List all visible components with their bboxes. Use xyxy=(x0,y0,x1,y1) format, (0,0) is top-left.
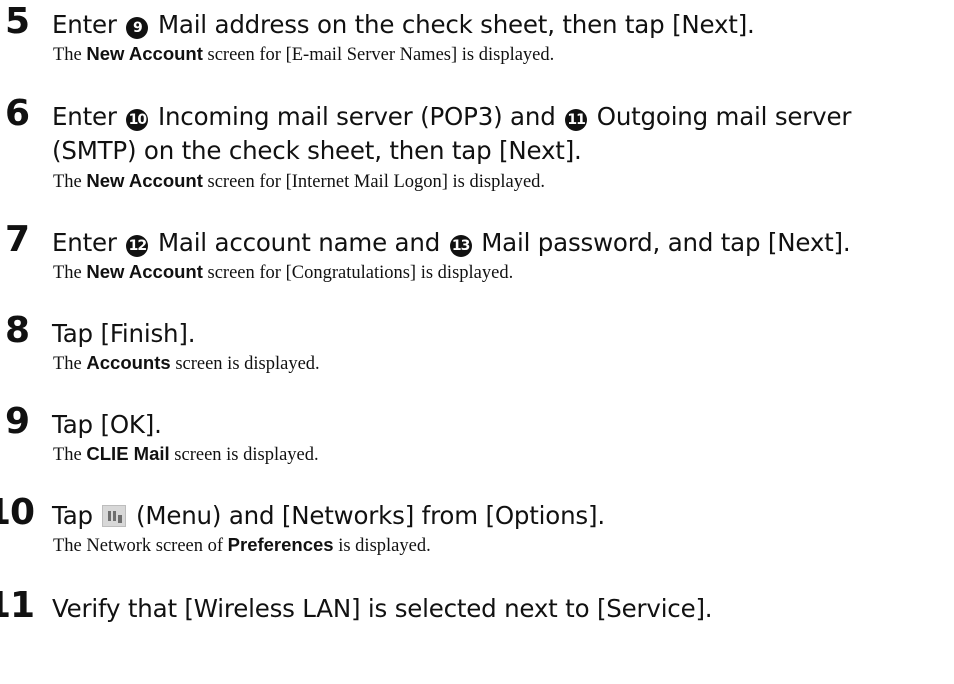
screen-name: Preferences xyxy=(227,534,334,555)
screen-name: New Account xyxy=(86,43,203,64)
step-instruction: Tap [Finish]. xyxy=(52,319,196,348)
step-number: 7 xyxy=(5,219,30,260)
step-number: 9 xyxy=(5,401,30,442)
callout-9-icon: 9 xyxy=(126,17,149,39)
callout-12-icon: 12 xyxy=(126,235,149,257)
step-instruction: Tap (Menu) and [Networks] from [Options]… xyxy=(52,501,605,530)
callout-11-icon: 11 xyxy=(565,109,588,131)
step-result: The New Account screen for [Internet Mai… xyxy=(53,170,546,192)
screen-name: Accounts xyxy=(86,352,171,373)
callout-10-icon: 10 xyxy=(126,109,149,131)
step-number: 6 xyxy=(5,93,30,134)
step-number: 5 xyxy=(5,1,30,42)
menu-icon xyxy=(102,505,127,527)
step-result: The New Account screen for [Congratulati… xyxy=(53,261,514,283)
step-result: The Network screen of Preferences is dis… xyxy=(53,534,431,556)
step-number: 11 xyxy=(0,585,35,626)
step-result: The CLIE Mail screen is displayed. xyxy=(53,443,319,465)
step-number: 8 xyxy=(5,310,30,351)
callout-13-icon: 13 xyxy=(449,235,472,257)
step-result: The Accounts screen is displayed. xyxy=(53,352,320,374)
step-instruction: Enter 12 Mail account name and 13 Mail p… xyxy=(52,228,851,257)
screen-name: New Account xyxy=(86,261,203,282)
step-instruction: Enter 9 Mail address on the check sheet,… xyxy=(52,10,755,39)
step-instruction: Enter 10 Incoming mail server (POP3) and… xyxy=(52,102,852,165)
step-number: 10 xyxy=(0,492,35,533)
step-instruction: Verify that [Wireless LAN] is selected n… xyxy=(52,594,713,623)
step-result: The New Account screen for [E-mail Serve… xyxy=(53,43,555,65)
screen-name: New Account xyxy=(86,170,203,191)
step-instruction: Tap [OK]. xyxy=(52,410,162,439)
screen-name: CLIE Mail xyxy=(86,443,170,464)
